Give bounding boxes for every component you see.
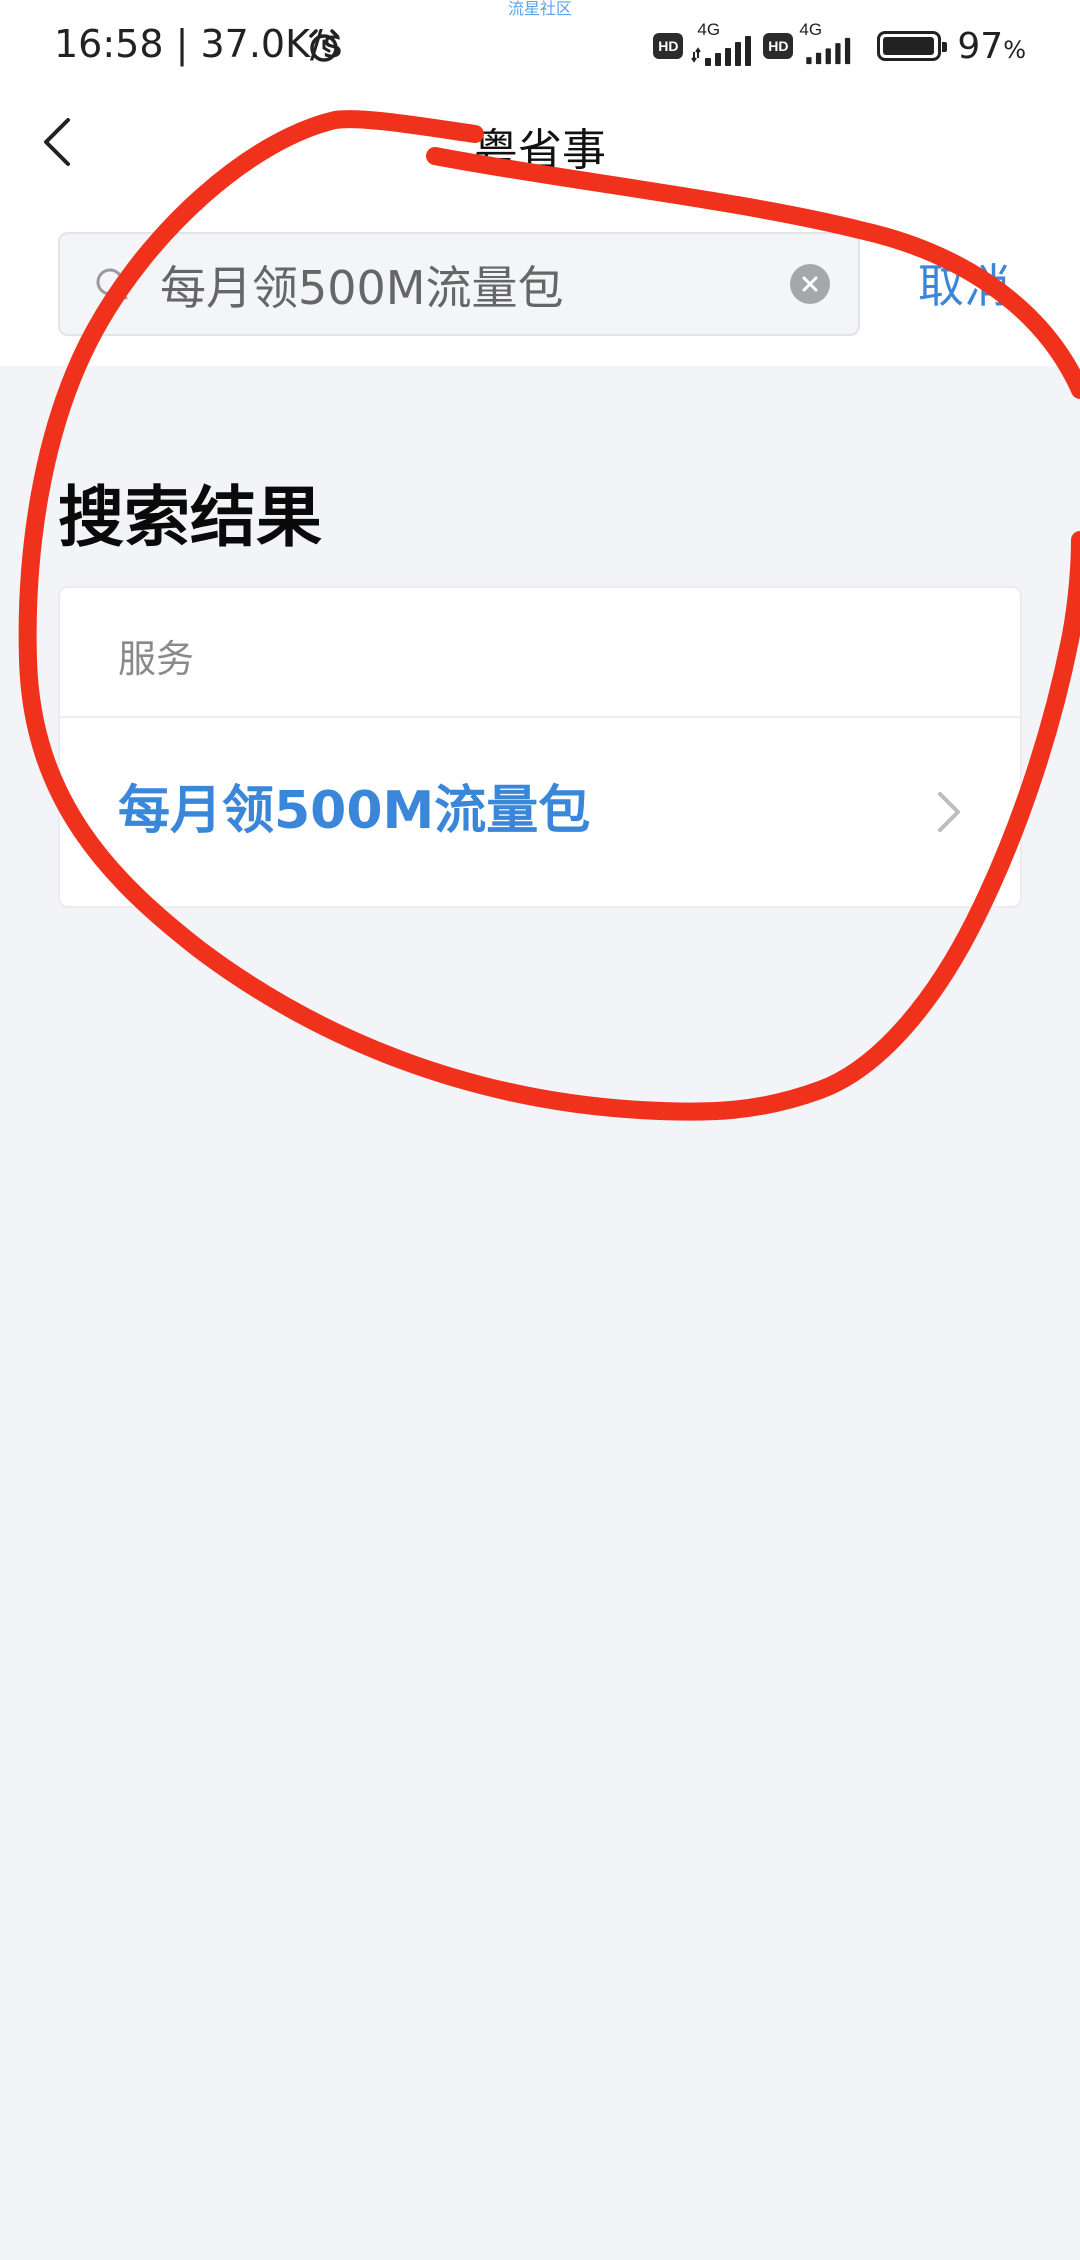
results-heading: 搜索结果	[58, 479, 322, 556]
status-bar: 流星社区 16:58 | 37.0K/s HD 4G HD 4G 97%	[0, 0, 1080, 92]
cellular-signal-2: 4G	[799, 20, 859, 66]
battery-icon	[877, 31, 948, 61]
result-item-service[interactable]: 每月领500M流量包	[60, 718, 1020, 906]
section-label-services: 服务	[118, 637, 195, 681]
status-indicators: HD 4G HD 4G 97%	[653, 20, 1026, 70]
result-item-label: 每月领500M流量包	[118, 781, 591, 841]
app-screen: 流星社区 16:58 | 37.0K/s HD 4G HD 4G 97% 粤省事…	[0, 0, 1080, 2260]
cellular-signal-1: 4G	[689, 20, 757, 66]
battery-percent: 97%	[957, 26, 1026, 67]
search-input[interactable]	[160, 252, 760, 318]
battery-level-fill	[883, 37, 934, 55]
hd-badge: HD	[653, 33, 684, 59]
search-icon	[96, 268, 128, 300]
hd-badge-2: HD	[763, 33, 794, 59]
results-card: 服务 每月领500M流量包	[58, 586, 1022, 908]
page-title: 粤省事	[474, 125, 606, 176]
clear-search-button[interactable]	[790, 264, 830, 304]
close-icon	[802, 276, 818, 292]
alarm-clock-icon	[309, 29, 339, 62]
cancel-button[interactable]: 取消	[918, 250, 1010, 316]
navigation-bar: 粤省事	[0, 92, 1080, 192]
chevron-right-icon	[938, 792, 960, 832]
status-time: 16:58 | 37.0K/s	[54, 22, 343, 66]
battery-tip	[942, 42, 948, 52]
search-box[interactable]	[58, 232, 860, 336]
signal-strength-icon-2	[806, 37, 851, 65]
watermark-text: 流星社区	[507, 0, 572, 18]
battery-percent-value: 97	[957, 25, 1004, 67]
battery-percent-unit: %	[1003, 35, 1026, 64]
signal-strength-icon	[691, 36, 752, 66]
